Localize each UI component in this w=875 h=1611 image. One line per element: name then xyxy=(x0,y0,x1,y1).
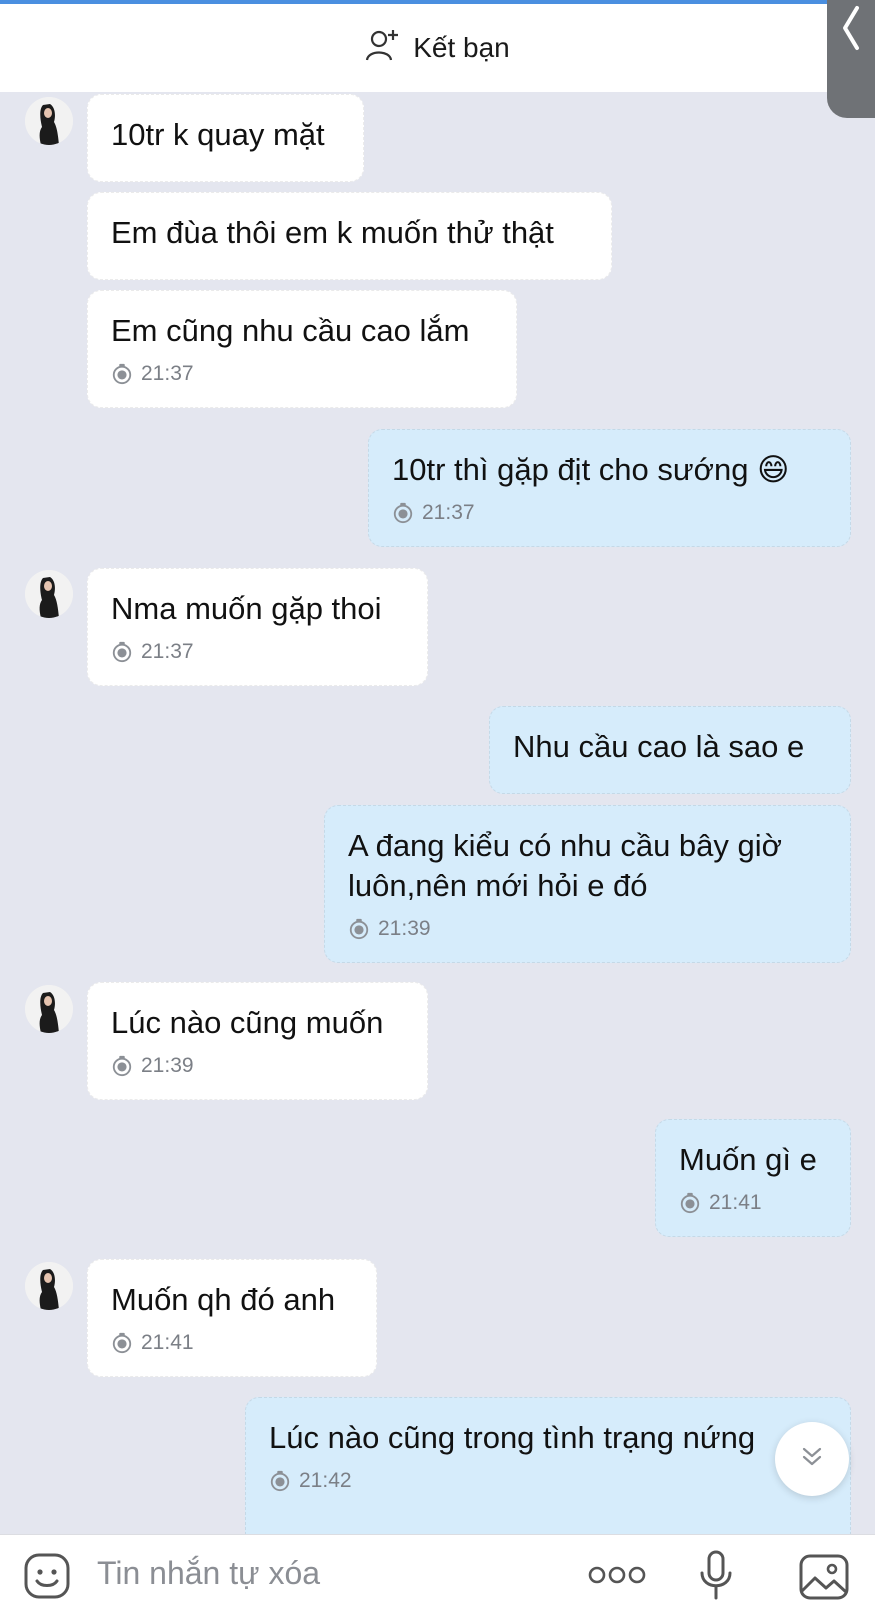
message-input[interactable]: Tin nhắn tự xóa xyxy=(97,1555,320,1592)
message-bubble-incoming[interactable]: Nma muốn gặp thoi 21:37 xyxy=(87,568,428,686)
image-icon xyxy=(799,1554,849,1600)
double-chevron-down-icon xyxy=(799,1444,825,1475)
message-bubble-incoming[interactable]: Muốn qh đó anh 21:41 xyxy=(87,1259,377,1377)
timer-icon xyxy=(269,1470,291,1492)
message-bubble-outgoing[interactable]: Lúc nào cũng trong tình trạng nứng 21:42 xyxy=(245,1397,851,1534)
microphone-icon xyxy=(700,1550,732,1600)
message-text: A đang kiểu có nhu cầu bây giờ luôn,nên … xyxy=(348,828,782,903)
sticker-icon xyxy=(24,1553,70,1599)
message-bubble-incoming[interactable]: Em đùa thôi em k muốn thử thật xyxy=(87,192,612,280)
message-bubble-outgoing[interactable]: Muốn gì e 21:41 xyxy=(655,1119,851,1237)
message-text: Lúc nào cũng trong tình trạng nứng xyxy=(269,1420,756,1455)
message-list[interactable]: 10tr k quay mặt Em đùa thôi em k muốn th… xyxy=(0,92,875,1534)
image-button[interactable] xyxy=(796,1551,852,1603)
message-text: Em đùa thôi em k muốn thử thật xyxy=(111,215,554,250)
message-text: Muốn gì e xyxy=(679,1142,817,1177)
message-timestamp: 21:41 xyxy=(679,1190,827,1216)
more-button[interactable] xyxy=(586,1555,648,1595)
message-text: Lúc nào cũng muốn xyxy=(111,1005,384,1040)
timer-icon xyxy=(111,363,133,385)
avatar[interactable] xyxy=(25,97,73,145)
message-text: Nhu cầu cao là sao e xyxy=(513,729,805,764)
timer-icon xyxy=(111,641,133,663)
sticker-button[interactable] xyxy=(22,1551,72,1601)
message-timestamp: 21:41 xyxy=(111,1330,353,1356)
avatar[interactable] xyxy=(25,1262,73,1310)
timer-icon xyxy=(111,1332,133,1354)
message-timestamp: 21:37 xyxy=(111,639,404,665)
timer-icon xyxy=(679,1192,701,1214)
composer-bar: Tin nhắn tự xóa xyxy=(0,1534,875,1611)
chat-header: Kết bạn xyxy=(0,4,875,92)
message-bubble-outgoing[interactable]: Nhu cầu cao là sao e xyxy=(489,706,851,794)
message-text: Muốn qh đó anh xyxy=(111,1282,336,1317)
message-text: 10tr thì gặp địt cho sướng 😄 xyxy=(392,452,790,487)
message-timestamp: 21:42 xyxy=(269,1468,827,1494)
more-icon xyxy=(588,1566,646,1584)
message-timestamp: 21:37 xyxy=(111,361,493,387)
message-bubble-incoming[interactable]: Em cũng nhu cầu cao lắm 21:37 xyxy=(87,290,517,408)
timer-icon xyxy=(111,1055,133,1077)
timer-icon xyxy=(348,918,370,940)
message-bubble-incoming[interactable]: 10tr k quay mặt xyxy=(87,94,364,182)
message-text: 10tr k quay mặt xyxy=(111,117,325,152)
message-timestamp: 21:39 xyxy=(348,916,827,942)
message-bubble-outgoing[interactable]: 10tr thì gặp địt cho sướng 😄 21:37 xyxy=(368,429,851,547)
message-timestamp: 21:39 xyxy=(111,1053,404,1079)
avatar[interactable] xyxy=(25,570,73,618)
voice-button[interactable] xyxy=(694,1547,738,1603)
add-user-icon xyxy=(365,27,401,70)
add-friend-button[interactable]: Kết bạn xyxy=(365,27,510,70)
message-timestamp: 21:37 xyxy=(392,500,827,526)
message-bubble-outgoing[interactable]: A đang kiểu có nhu cầu bây giờ luôn,nên … xyxy=(324,805,851,963)
chevron-left-icon xyxy=(839,4,863,57)
message-text: Em cũng nhu cầu cao lắm xyxy=(111,313,470,348)
add-friend-label: Kết bạn xyxy=(413,32,510,63)
avatar[interactable] xyxy=(25,985,73,1033)
scroll-down-button[interactable] xyxy=(775,1422,849,1496)
message-text: Nma muốn gặp thoi xyxy=(111,591,382,626)
message-bubble-incoming[interactable]: Lúc nào cũng muốn 21:39 xyxy=(87,982,428,1100)
timer-icon xyxy=(392,502,414,524)
